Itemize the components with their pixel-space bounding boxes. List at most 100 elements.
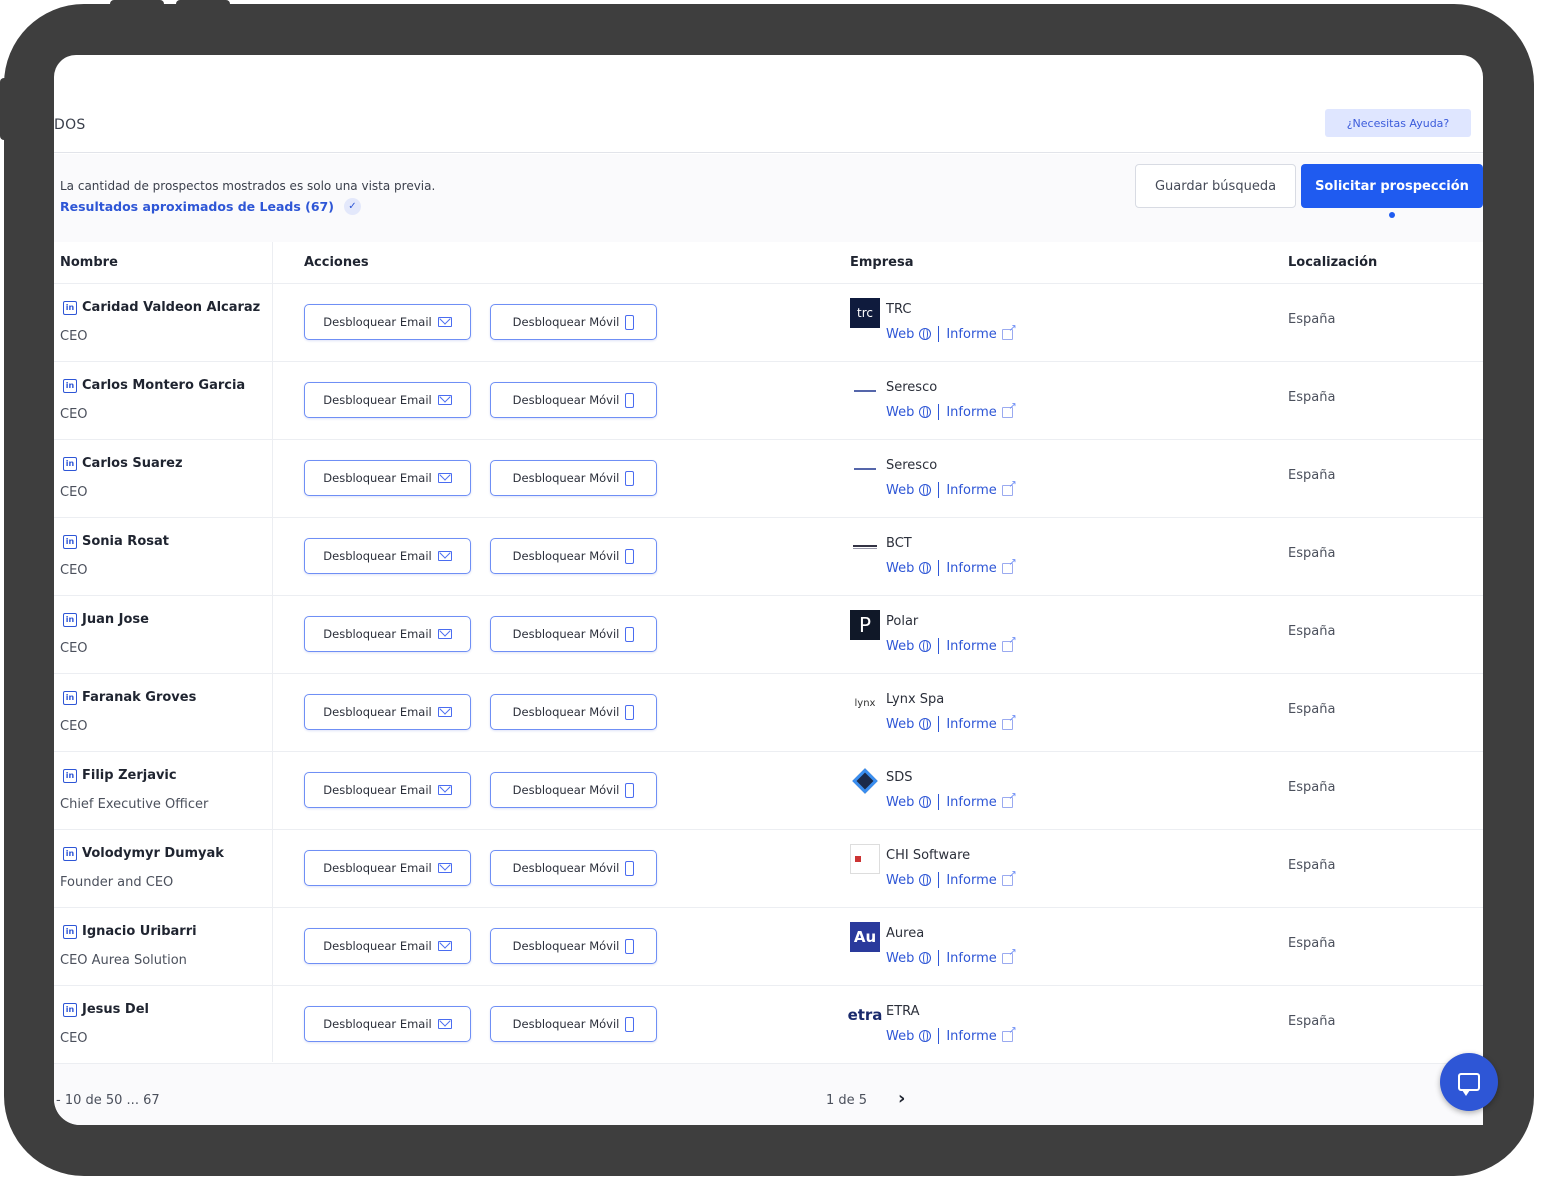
lead-location: España: [1288, 1014, 1336, 1029]
report-link[interactable]: Informe: [946, 327, 996, 342]
external-link-icon[interactable]: [1001, 479, 1017, 496]
web-link[interactable]: Web: [886, 639, 914, 654]
report-link[interactable]: Informe: [946, 717, 996, 732]
unlock-mobile-button[interactable]: Desbloquear Móvil: [490, 1006, 657, 1042]
web-link[interactable]: Web: [886, 951, 914, 966]
report-link[interactable]: Informe: [946, 639, 996, 654]
unlock-email-button[interactable]: Desbloquear Email: [304, 616, 471, 652]
company-logo: trc: [850, 298, 880, 328]
globe-icon[interactable]: [919, 1030, 932, 1042]
globe-icon[interactable]: [919, 718, 932, 730]
lead-name[interactable]: Volodymyr Dumyak: [82, 846, 224, 861]
external-link-icon[interactable]: [1001, 1025, 1017, 1042]
linkedin-icon[interactable]: in: [63, 457, 77, 471]
table-row: in Volodymyr Dumyak Founder and CEO Desb…: [54, 830, 1483, 908]
unlock-mobile-button[interactable]: Desbloquear Móvil: [490, 382, 657, 418]
external-link-icon[interactable]: [1001, 713, 1017, 730]
unlock-mobile-button[interactable]: Desbloquear Móvil: [490, 928, 657, 964]
unlock-email-button[interactable]: Desbloquear Email: [304, 538, 471, 574]
report-link[interactable]: Informe: [946, 795, 996, 810]
linkedin-icon[interactable]: in: [63, 379, 77, 393]
lead-location: España: [1288, 858, 1336, 873]
unlock-mobile-button[interactable]: Desbloquear Móvil: [490, 694, 657, 730]
linkedin-icon[interactable]: in: [63, 613, 77, 627]
globe-icon[interactable]: [919, 484, 932, 496]
globe-icon[interactable]: [919, 406, 932, 418]
mail-icon: [437, 551, 452, 561]
web-link[interactable]: Web: [886, 405, 914, 420]
next-page-button[interactable]: ›: [898, 1088, 905, 1109]
chat-button[interactable]: [1440, 1053, 1498, 1111]
unlock-email-button[interactable]: Desbloquear Email: [304, 928, 471, 964]
unlock-email-button[interactable]: Desbloquear Email: [304, 460, 471, 496]
linkedin-icon[interactable]: in: [63, 847, 77, 861]
lead-name[interactable]: Juan Jose: [82, 612, 149, 627]
unlock-mobile-button[interactable]: Desbloquear Móvil: [490, 850, 657, 886]
external-link-icon[interactable]: [1001, 791, 1017, 808]
save-search-button[interactable]: Guardar búsqueda: [1135, 164, 1296, 208]
lead-name[interactable]: Filip Zerjavic: [82, 768, 177, 783]
web-link[interactable]: Web: [886, 873, 914, 888]
web-link[interactable]: Web: [886, 483, 914, 498]
lead-name[interactable]: Caridad Valdeon Alcaraz: [82, 300, 260, 315]
globe-icon[interactable]: [919, 796, 932, 808]
lead-location: España: [1288, 468, 1336, 483]
lead-name[interactable]: Carlos Suarez: [82, 456, 183, 471]
unlock-mobile-button[interactable]: Desbloquear Móvil: [490, 304, 657, 340]
page-indicator: 1 de 5: [826, 1093, 868, 1108]
linkedin-icon[interactable]: in: [63, 535, 77, 549]
globe-icon[interactable]: [919, 562, 932, 574]
globe-icon[interactable]: [919, 874, 932, 886]
lead-name[interactable]: Carlos Montero Garcia: [82, 378, 245, 393]
leads-count-link[interactable]: Resultados aproximados de Leads (67) ✓: [60, 198, 361, 215]
linkedin-icon[interactable]: in: [63, 1003, 77, 1017]
globe-icon[interactable]: [919, 328, 932, 340]
unlock-email-button[interactable]: Desbloquear Email: [304, 1006, 471, 1042]
external-link-icon[interactable]: [1001, 947, 1017, 964]
unlock-mobile-button[interactable]: Desbloquear Móvil: [490, 772, 657, 808]
table-row: in Sonia Rosat CEO Desbloquear Email Des…: [54, 518, 1483, 596]
external-link-icon[interactable]: [1001, 635, 1017, 652]
company-links: Web Informe: [886, 791, 1017, 810]
external-link-icon[interactable]: [1001, 401, 1017, 418]
web-link[interactable]: Web: [886, 561, 914, 576]
report-link[interactable]: Informe: [946, 405, 996, 420]
web-link[interactable]: Web: [886, 717, 914, 732]
lead-name[interactable]: Faranak Groves: [82, 690, 196, 705]
request-prospecting-button[interactable]: Solicitar prospección: [1301, 164, 1483, 208]
unlock-email-button[interactable]: Desbloquear Email: [304, 382, 471, 418]
lead-name[interactable]: Sonia Rosat: [82, 534, 169, 549]
external-link-icon[interactable]: [1001, 557, 1017, 574]
mail-icon: [437, 1019, 452, 1029]
report-link[interactable]: Informe: [946, 951, 996, 966]
unlock-email-button[interactable]: Desbloquear Email: [304, 850, 471, 886]
linkedin-icon[interactable]: in: [63, 301, 77, 315]
lead-name[interactable]: Ignacio Uribarri: [82, 924, 197, 939]
table-row: in Faranak Groves CEO Desbloquear Email …: [54, 674, 1483, 752]
linkedin-icon[interactable]: in: [63, 691, 77, 705]
help-button[interactable]: ¿Necesitas Ayuda?: [1325, 109, 1471, 137]
linkedin-icon[interactable]: in: [63, 769, 77, 783]
web-link[interactable]: Web: [886, 1029, 914, 1044]
company-name: Polar: [886, 614, 919, 629]
report-link[interactable]: Informe: [946, 483, 996, 498]
external-link-icon[interactable]: [1001, 869, 1017, 886]
unlock-mobile-button[interactable]: Desbloquear Móvil: [490, 538, 657, 574]
unlock-email-button[interactable]: Desbloquear Email: [304, 304, 471, 340]
report-link[interactable]: Informe: [946, 561, 996, 576]
unlock-email-button[interactable]: Desbloquear Email: [304, 694, 471, 730]
external-link-icon[interactable]: [1001, 323, 1017, 340]
unlock-mobile-button[interactable]: Desbloquear Móvil: [490, 460, 657, 496]
unlock-email-label: Desbloquear Email: [323, 627, 432, 641]
globe-icon[interactable]: [919, 952, 932, 964]
linkedin-icon[interactable]: in: [63, 925, 77, 939]
web-link[interactable]: Web: [886, 327, 914, 342]
unlock-email-button[interactable]: Desbloquear Email: [304, 772, 471, 808]
mail-icon: [437, 473, 452, 483]
unlock-mobile-button[interactable]: Desbloquear Móvil: [490, 616, 657, 652]
globe-icon[interactable]: [919, 640, 932, 652]
report-link[interactable]: Informe: [946, 873, 996, 888]
lead-name[interactable]: Jesus Del: [82, 1002, 149, 1017]
web-link[interactable]: Web: [886, 795, 914, 810]
report-link[interactable]: Informe: [946, 1029, 996, 1044]
